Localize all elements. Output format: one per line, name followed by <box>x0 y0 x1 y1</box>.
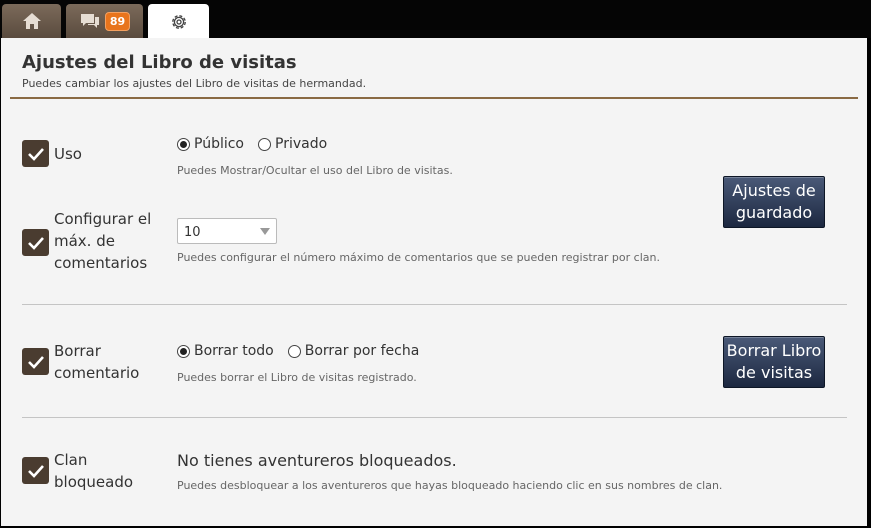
delete-radio-group: Borrar todo Borrar por fecha <box>177 343 433 359</box>
panel-header: Ajustes del Libro de visitas Puedes camb… <box>22 52 858 90</box>
check-icon <box>27 147 44 161</box>
usage-radio-group: Público Privado <box>177 136 341 152</box>
usage-hint: Puedes Mostrar/Ocultar el uso del Libro … <box>177 164 453 177</box>
radio-button-delete-by-date[interactable] <box>287 344 301 358</box>
guestbook-settings-panel: Ajustes del Libro de visitas Puedes camb… <box>1 38 867 526</box>
chat-icon <box>80 14 99 28</box>
blocked-clan-label-line2: bloqueado <box>54 473 134 491</box>
header-divider <box>10 97 858 99</box>
section-divider <box>22 417 847 418</box>
radio-label-delete-all: Borrar todo <box>194 343 274 359</box>
check-icon <box>27 464 44 478</box>
tab-messages[interactable]: 89 <box>66 4 143 38</box>
delete-checkbox[interactable] <box>22 348 49 375</box>
max-comments-label: Configurar el máx. de comentarios <box>54 208 151 274</box>
blocked-clan-checkbox[interactable] <box>22 457 49 484</box>
max-comments-hint: Puedes configurar el número máximo de co… <box>177 251 660 264</box>
usage-checkbox[interactable] <box>22 140 49 167</box>
save-button-line1: Ajustes de <box>732 181 816 200</box>
radio-delete-by-date[interactable]: Borrar por fecha <box>287 343 420 359</box>
max-comments-value: 10 <box>184 225 201 240</box>
max-comments-select[interactable]: 10 <box>177 218 277 244</box>
delete-button-line1: Borrar Libro <box>726 341 822 360</box>
radio-private[interactable]: Privado <box>258 136 327 152</box>
radio-label-public: Público <box>194 136 244 152</box>
save-button-line2: guardado <box>735 203 813 222</box>
max-comments-checkbox[interactable] <box>22 229 49 256</box>
radio-label-private: Privado <box>275 136 328 152</box>
page-subtitle: Puedes cambiar los ajustes del Libro de … <box>22 77 367 90</box>
max-comments-label-line3: comentarios <box>54 254 148 272</box>
radio-delete-all[interactable]: Borrar todo <box>177 343 274 359</box>
save-settings-button[interactable]: Ajustes de guardado <box>723 176 825 228</box>
usage-label: Uso <box>54 145 82 163</box>
section-divider <box>22 304 847 305</box>
tab-bar: 89 <box>0 0 871 39</box>
delete-guestbook-button[interactable]: Borrar Libro de visitas <box>723 336 825 388</box>
delete-label: Borrar comentario <box>54 340 139 384</box>
page-title: Ajustes del Libro de visitas <box>22 52 297 73</box>
max-comments-label-line1: Configurar el <box>54 210 152 228</box>
delete-label-line1: Borrar <box>54 342 101 360</box>
tab-home[interactable] <box>2 4 61 38</box>
window-edge <box>867 38 871 528</box>
radio-button-private[interactable] <box>258 137 271 151</box>
delete-button-line2: de visitas <box>735 363 813 382</box>
blocked-clan-message: No tienes aventureros bloqueados. <box>177 451 457 470</box>
blocked-clan-hint: Puedes desbloquear a los aventureros que… <box>177 479 723 492</box>
home-icon <box>22 13 41 29</box>
check-icon <box>27 355 44 369</box>
blocked-clan-label: Clan bloqueado <box>54 449 133 493</box>
radio-label-delete-by-date: Borrar por fecha <box>304 343 420 359</box>
dropdown-arrow-icon <box>260 228 270 235</box>
tab-settings[interactable] <box>148 4 209 39</box>
message-count-badge: 89 <box>104 11 131 31</box>
radio-button-public[interactable] <box>177 137 190 151</box>
gear-icon <box>171 14 186 29</box>
check-icon <box>27 236 44 250</box>
blocked-clan-label-line1: Clan <box>54 451 88 469</box>
radio-public[interactable]: Público <box>177 136 244 152</box>
radio-button-delete-all[interactable] <box>177 344 190 358</box>
delete-hint: Puedes borrar el Libro de visitas regist… <box>177 371 417 384</box>
delete-label-line2: comentario <box>54 364 140 382</box>
max-comments-label-line2: máx. de <box>54 232 115 250</box>
